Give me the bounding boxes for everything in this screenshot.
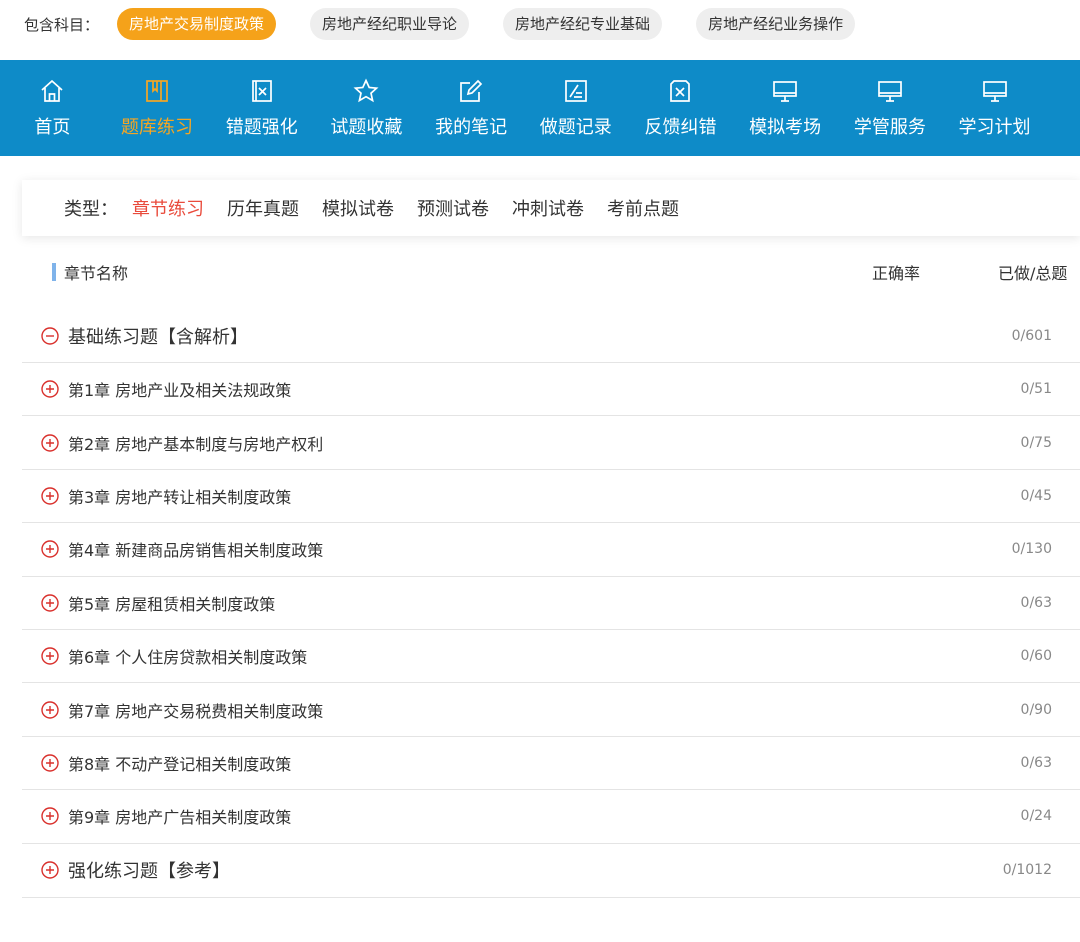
table-row[interactable]: 第5章 房屋租赁相关制度政策 0/63	[22, 577, 1080, 630]
nav-label: 反馈纠错	[644, 117, 717, 138]
expand-icon[interactable]	[40, 593, 60, 613]
home-icon	[38, 77, 66, 105]
header-accuracy: 正确率	[872, 264, 921, 283]
row-count: 0/63	[1020, 594, 1052, 611]
nav-item-records[interactable]: 做题记录	[523, 60, 628, 156]
type-past-exams[interactable]: 历年真题	[227, 195, 299, 221]
expand-icon[interactable]	[40, 860, 60, 880]
row-title: 第7章 房地产交易税费相关制度政策	[68, 701, 324, 721]
collapse-icon[interactable]	[40, 326, 60, 346]
table-row[interactable]: 第6章 个人住房贷款相关制度政策 0/60	[22, 630, 1080, 684]
nav-label: 学管服务	[853, 117, 926, 138]
row-count: 0/60	[1020, 648, 1052, 665]
table-row[interactable]: 第1章 房地产业及相关法规政策 0/51	[22, 363, 1080, 417]
row-count: 0/51	[1020, 381, 1052, 398]
nav-label: 模拟考场	[749, 117, 822, 138]
row-count: 0/24	[1020, 808, 1052, 825]
subject-chip-2[interactable]: 房地产经纪职业导论	[310, 8, 470, 40]
row-title: 第1章 房地产业及相关法规政策	[68, 381, 292, 401]
monitor-icon	[771, 77, 799, 105]
table-header: 章节名称 正确率 已做/总题	[22, 256, 1080, 288]
nav-label: 学习计划	[958, 117, 1031, 138]
table-row[interactable]: 强化练习题【参考】 0/1012	[22, 844, 1080, 898]
row-count: 0/75	[1020, 434, 1052, 451]
nav-item-wrong-questions[interactable]: 错题强化	[209, 60, 314, 156]
nav-label: 首页	[34, 117, 71, 138]
book-icon	[143, 77, 171, 105]
edit-icon	[457, 77, 485, 105]
expand-icon[interactable]	[40, 539, 60, 559]
type-predict-papers[interactable]: 预测试卷	[417, 195, 489, 221]
star-icon	[352, 77, 380, 105]
subject-chip-4[interactable]: 房地产经纪业务操作	[696, 8, 856, 40]
table-row[interactable]: 第7章 房地产交易税费相关制度政策 0/90	[22, 683, 1080, 737]
nav-item-home[interactable]: 首页	[0, 60, 105, 156]
type-pre-exam-points[interactable]: 考前点题	[607, 195, 679, 221]
expand-icon[interactable]	[40, 753, 60, 773]
nav-item-mock-exam[interactable]: 模拟考场	[733, 60, 838, 156]
expand-icon[interactable]	[40, 433, 60, 453]
subject-chip-1[interactable]: 房地产交易制度政策	[117, 8, 277, 40]
expand-icon[interactable]	[40, 486, 60, 506]
row-title: 第4章 新建商品房销售相关制度政策	[68, 541, 324, 561]
subject-chip-3[interactable]: 房地产经纪专业基础	[503, 8, 663, 40]
row-count: 0/90	[1020, 701, 1052, 718]
table-row[interactable]: 第4章 新建商品房销售相关制度政策 0/130	[22, 523, 1080, 577]
nav-item-study-service[interactable]: 学管服务	[838, 60, 943, 156]
expand-icon[interactable]	[40, 646, 60, 666]
row-count: 0/130	[1011, 541, 1052, 558]
row-count: 0/1012	[1002, 862, 1052, 879]
subject-label: 包含科目：	[24, 15, 100, 34]
nav-item-favorites[interactable]: 试题收藏	[314, 60, 419, 156]
nav-label: 试题收藏	[330, 117, 403, 138]
row-title: 第5章 房屋租赁相关制度政策	[68, 594, 276, 614]
wrong-doc-icon	[248, 77, 276, 105]
type-mock-papers[interactable]: 模拟试卷	[322, 195, 394, 221]
table-row[interactable]: 第2章 房地产基本制度与房地产权利 0/75	[22, 416, 1080, 470]
monitor-icon	[876, 77, 904, 105]
main-nav: 首页 题库练习 错题强化 试题收藏 我的笔记 做题记录 反馈纠错 模拟考场 学管…	[0, 60, 1080, 156]
type-label: 类型：	[64, 199, 118, 220]
table-row[interactable]: 第3章 房地产转让相关制度政策 0/45	[22, 470, 1080, 524]
nav-label: 错题强化	[225, 117, 298, 138]
type-chapter-practice[interactable]: 章节练习	[132, 195, 204, 221]
nav-label: 题库练习	[121, 117, 194, 138]
expand-icon[interactable]	[40, 379, 60, 399]
nav-label: 做题记录	[539, 117, 612, 138]
type-sprint-papers[interactable]: 冲刺试卷	[512, 195, 584, 221]
nav-label: 我的笔记	[435, 117, 508, 138]
row-title: 强化练习题【参考】	[68, 861, 230, 883]
record-icon	[562, 77, 590, 105]
expand-icon[interactable]	[40, 806, 60, 826]
nav-item-question-bank[interactable]: 题库练习	[105, 60, 210, 156]
type-filter-bar: 类型： 章节练习 历年真题 模拟试卷 预测试卷 冲刺试卷 考前点题	[22, 180, 1080, 236]
row-title: 第2章 房地产基本制度与房地产权利	[68, 434, 324, 454]
subject-bar: 包含科目： 房地产交易制度政策 房地产经纪职业导论 房地产经纪专业基础 房地产经…	[0, 0, 1080, 48]
header-chapter-name: 章节名称	[64, 264, 129, 283]
chapter-list: 基础练习题【含解析】 0/601 第1章 房地产业及相关法规政策 0/51 第2…	[22, 309, 1080, 898]
header-accent-bar	[52, 263, 56, 281]
row-count: 0/45	[1020, 487, 1052, 504]
nav-item-study-plan[interactable]: 学习计划	[942, 60, 1047, 156]
row-count: 0/63	[1020, 754, 1052, 771]
table-row[interactable]: 第9章 房地产广告相关制度政策 0/24	[22, 790, 1080, 844]
row-count: 0/601	[1011, 327, 1052, 344]
table-row[interactable]: 基础练习题【含解析】 0/601	[22, 309, 1080, 363]
row-title: 第3章 房地产转让相关制度政策	[68, 487, 292, 507]
feedback-icon	[666, 77, 694, 105]
table-row[interactable]: 第8章 不动产登记相关制度政策 0/63	[22, 737, 1080, 791]
row-title: 第6章 个人住房贷款相关制度政策	[68, 648, 308, 668]
row-title: 第8章 不动产登记相关制度政策	[68, 754, 292, 774]
expand-icon[interactable]	[40, 700, 60, 720]
header-done-total: 已做/总题	[998, 264, 1068, 283]
nav-item-feedback[interactable]: 反馈纠错	[628, 60, 733, 156]
monitor-icon	[981, 77, 1009, 105]
row-title: 第9章 房地产广告相关制度政策	[68, 808, 292, 828]
row-title: 基础练习题【含解析】	[68, 326, 248, 348]
nav-item-notes[interactable]: 我的笔记	[419, 60, 524, 156]
